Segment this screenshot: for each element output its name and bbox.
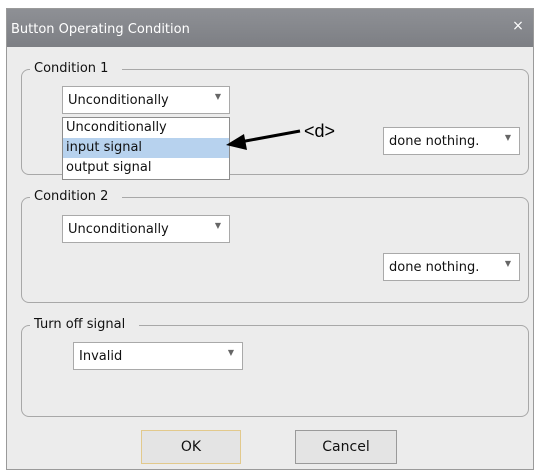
turn-off-signal-select[interactable]: Invalid ▼ bbox=[73, 342, 243, 370]
ok-button[interactable]: OK bbox=[141, 430, 241, 464]
condition1-condition-value: Unconditionally bbox=[68, 93, 169, 108]
list-option-unconditionally[interactable]: Unconditionally bbox=[63, 118, 229, 138]
condition1-legend: Condition 1 bbox=[30, 61, 123, 77]
condition1-condition-listbox: Unconditionally input signal output sign… bbox=[62, 117, 230, 180]
chevron-down-icon: ▼ bbox=[214, 221, 221, 230]
chevron-down-icon: ▼ bbox=[227, 348, 234, 357]
chevron-down-icon: ▼ bbox=[504, 259, 511, 268]
close-icon[interactable]: × bbox=[509, 17, 527, 35]
list-option-input-signal[interactable]: input signal bbox=[63, 138, 229, 158]
list-option-output-signal[interactable]: output signal bbox=[63, 158, 229, 178]
cancel-button[interactable]: Cancel bbox=[295, 430, 397, 464]
condition1-action-value: done nothing. bbox=[389, 134, 480, 149]
turn-off-signal-value: Invalid bbox=[79, 349, 123, 364]
condition2-action-select[interactable]: done nothing. ▼ bbox=[383, 253, 520, 281]
dialog-title: Button Operating Condition bbox=[11, 22, 190, 37]
button-operating-condition-dialog: Button Operating Condition × Condition 1… bbox=[6, 8, 534, 470]
condition2-condition-select[interactable]: Unconditionally ▼ bbox=[62, 215, 230, 243]
condition2-action-value: done nothing. bbox=[389, 260, 480, 275]
condition1-action-select[interactable]: done nothing. ▼ bbox=[383, 127, 520, 155]
turn-off-signal-group: Turn off signal bbox=[21, 317, 529, 417]
condition2-condition-value: Unconditionally bbox=[68, 222, 169, 237]
annotation-label: <d> bbox=[304, 121, 336, 141]
dialog-titlebar: Button Operating Condition × bbox=[7, 9, 533, 47]
condition1-condition-select[interactable]: Unconditionally ▼ bbox=[62, 86, 230, 114]
condition2-group: Condition 2 bbox=[21, 189, 529, 303]
condition2-legend: Condition 2 bbox=[30, 189, 123, 205]
chevron-down-icon: ▼ bbox=[504, 133, 511, 142]
turn-off-signal-legend: Turn off signal bbox=[30, 317, 140, 333]
chevron-down-icon: ▼ bbox=[214, 92, 221, 101]
